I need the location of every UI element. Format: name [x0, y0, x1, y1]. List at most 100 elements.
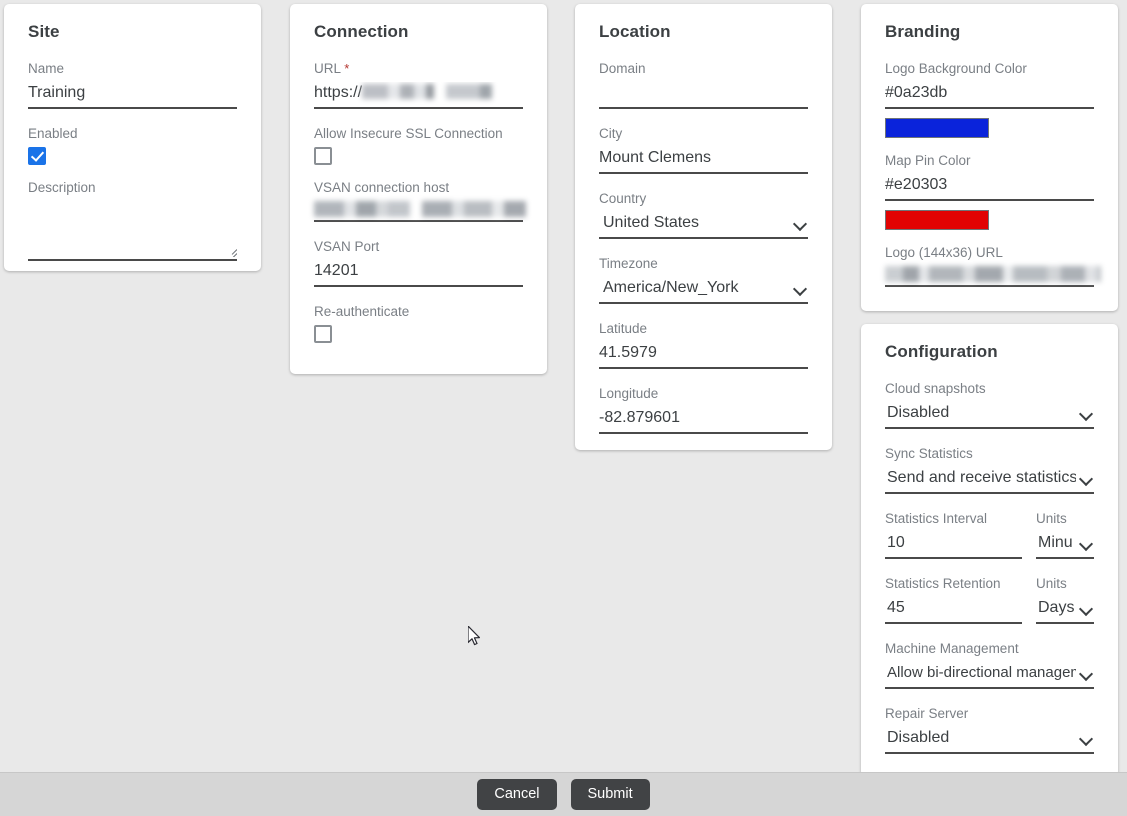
logo-background-color-underline	[885, 107, 1094, 109]
settings-form-page: Site Name Training Enabled Description C…	[0, 0, 1127, 816]
field-domain-label: Domain	[599, 61, 646, 76]
logo-background-color-swatch[interactable]	[885, 118, 989, 138]
field-logo-url: Logo (144x36) URL	[885, 244, 1101, 287]
latitude-underline	[599, 367, 808, 369]
connection-url-input[interactable]: https://	[314, 82, 523, 105]
field-map-pin-color-label: Map Pin Color	[885, 153, 971, 168]
chevron-down-icon	[1080, 667, 1094, 681]
field-latitude-label: Latitude	[599, 321, 648, 336]
field-statistics-interval-row: Statistics Interval 10 Units Minu	[885, 510, 1094, 559]
statistics-retention-units-value: Days	[1038, 599, 1075, 616]
latitude-input[interactable]: 41.5979	[599, 342, 808, 365]
cancel-button[interactable]: Cancel	[477, 779, 557, 810]
field-domain: Domain	[599, 60, 808, 109]
repair-server-underline	[885, 752, 1094, 754]
field-logo-url-label: Logo (144x36) URL	[885, 245, 1003, 260]
timezone-select[interactable]: America/New_York	[599, 277, 808, 300]
chevron-down-icon	[794, 282, 808, 296]
site-name-underline	[28, 107, 237, 109]
resize-grip-icon[interactable]	[225, 245, 237, 257]
field-statistics-interval-units: Units Minu	[1036, 510, 1094, 559]
machine-management-select[interactable]: Allow bi-directional management	[885, 662, 1094, 685]
field-city: City Mount Clemens	[599, 125, 808, 174]
cloud-snapshots-select[interactable]: Disabled	[885, 402, 1094, 425]
logo-background-color-input[interactable]: #0a23db	[885, 82, 1094, 105]
card-configuration-title: Configuration	[885, 342, 998, 361]
card-connection-title: Connection	[314, 22, 409, 41]
field-reauthenticate-label: Re-authenticate	[314, 304, 410, 319]
map-pin-color-input[interactable]: #e20303	[885, 174, 1094, 197]
chevron-down-icon	[1080, 407, 1094, 421]
site-enabled-checkbox[interactable]	[28, 147, 46, 165]
vsan-connection-host-underline	[314, 220, 523, 222]
card-site: Site Name Training Enabled Description	[4, 4, 261, 271]
site-description-textarea[interactable]	[28, 201, 237, 257]
logo-url-input[interactable]	[885, 266, 1101, 282]
field-site-name-label: Name	[28, 61, 65, 76]
longitude-input[interactable]: -82.879601	[599, 407, 808, 430]
vsan-connection-host-input[interactable]	[314, 201, 526, 217]
statistics-interval-units-select[interactable]: Minu	[1036, 532, 1094, 555]
field-statistics-retention-row: Statistics Retention 45 Units Days	[885, 575, 1094, 624]
chevron-down-icon	[1080, 732, 1094, 746]
vsan-port-input[interactable]: 14201	[314, 260, 523, 283]
chevron-down-icon	[1080, 472, 1094, 486]
chevron-down-icon	[1080, 602, 1094, 616]
field-machine-management-label: Machine Management	[885, 641, 1019, 656]
field-statistics-retention-units: Units Days	[1036, 575, 1094, 624]
statistics-interval-input[interactable]: 10	[885, 532, 1022, 555]
field-timezone: Timezone America/New_York	[599, 255, 808, 304]
statistics-retention-underline	[885, 622, 1022, 624]
statistics-retention-units-select[interactable]: Days	[1036, 597, 1094, 620]
card-branding: Branding Logo Background Color #0a23db M…	[861, 4, 1118, 311]
field-city-label: City	[599, 126, 623, 141]
statistics-interval-underline	[885, 557, 1022, 559]
field-allow-insecure-ssl-label: Allow Insecure SSL Connection	[314, 126, 503, 141]
field-statistics-retention-units-label: Units	[1036, 576, 1067, 591]
statistics-retention-input[interactable]: 45	[885, 597, 1022, 620]
field-statistics-interval-units-label: Units	[1036, 511, 1067, 526]
field-sync-statistics-label: Sync Statistics	[885, 446, 973, 461]
repair-server-select[interactable]: Disabled	[885, 727, 1094, 750]
repair-server-select-value: Disabled	[887, 729, 950, 746]
domain-input[interactable]	[599, 82, 808, 105]
sync-statistics-select[interactable]: Send and receive statistics from t	[885, 467, 1094, 490]
connection-url-redacted-value	[362, 83, 493, 99]
field-statistics-retention: Statistics Retention 45	[885, 575, 1022, 624]
field-site-description: Description	[28, 179, 237, 261]
field-longitude-label: Longitude	[599, 386, 659, 401]
field-vsan-connection-host: VSAN connection host	[314, 179, 526, 222]
longitude-underline	[599, 432, 808, 434]
reauthenticate-checkbox[interactable]	[314, 325, 332, 343]
cloud-snapshots-underline	[885, 427, 1094, 429]
logo-url-underline	[885, 285, 1094, 287]
domain-underline	[599, 107, 808, 109]
field-reauthenticate: Re-authenticate	[314, 303, 523, 343]
field-map-pin-color: Map Pin Color #e20303	[885, 152, 1094, 230]
field-statistics-retention-label: Statistics Retention	[885, 576, 1001, 591]
required-marker-icon: *	[344, 61, 350, 76]
field-timezone-label: Timezone	[599, 256, 658, 271]
field-site-enabled: Enabled	[28, 125, 237, 165]
field-statistics-interval: Statistics Interval 10	[885, 510, 1022, 559]
city-input[interactable]: Mount Clemens	[599, 147, 808, 170]
connection-url-underline	[314, 107, 523, 109]
country-select-value: United States	[603, 214, 700, 231]
timezone-select-value: America/New_York	[603, 279, 739, 296]
field-site-name: Name Training	[28, 60, 237, 109]
country-select[interactable]: United States	[599, 212, 808, 235]
field-country: Country United States	[599, 190, 808, 239]
allow-insecure-ssl-checkbox[interactable]	[314, 147, 332, 165]
site-name-input[interactable]: Training	[28, 82, 237, 105]
statistics-retention-units-underline	[1036, 622, 1094, 624]
field-connection-url-label-text: URL	[314, 61, 341, 76]
submit-button[interactable]: Submit	[570, 779, 650, 810]
field-latitude: Latitude 41.5979	[599, 320, 808, 369]
connection-url-prefix: https://	[314, 84, 363, 101]
field-vsan-port-label: VSAN Port	[314, 239, 380, 254]
mouse-cursor-icon	[468, 626, 480, 646]
timezone-underline	[599, 302, 808, 304]
map-pin-color-swatch[interactable]	[885, 210, 989, 230]
field-logo-background-color-label: Logo Background Color	[885, 61, 1027, 76]
field-vsan-connection-host-label: VSAN connection host	[314, 180, 450, 195]
